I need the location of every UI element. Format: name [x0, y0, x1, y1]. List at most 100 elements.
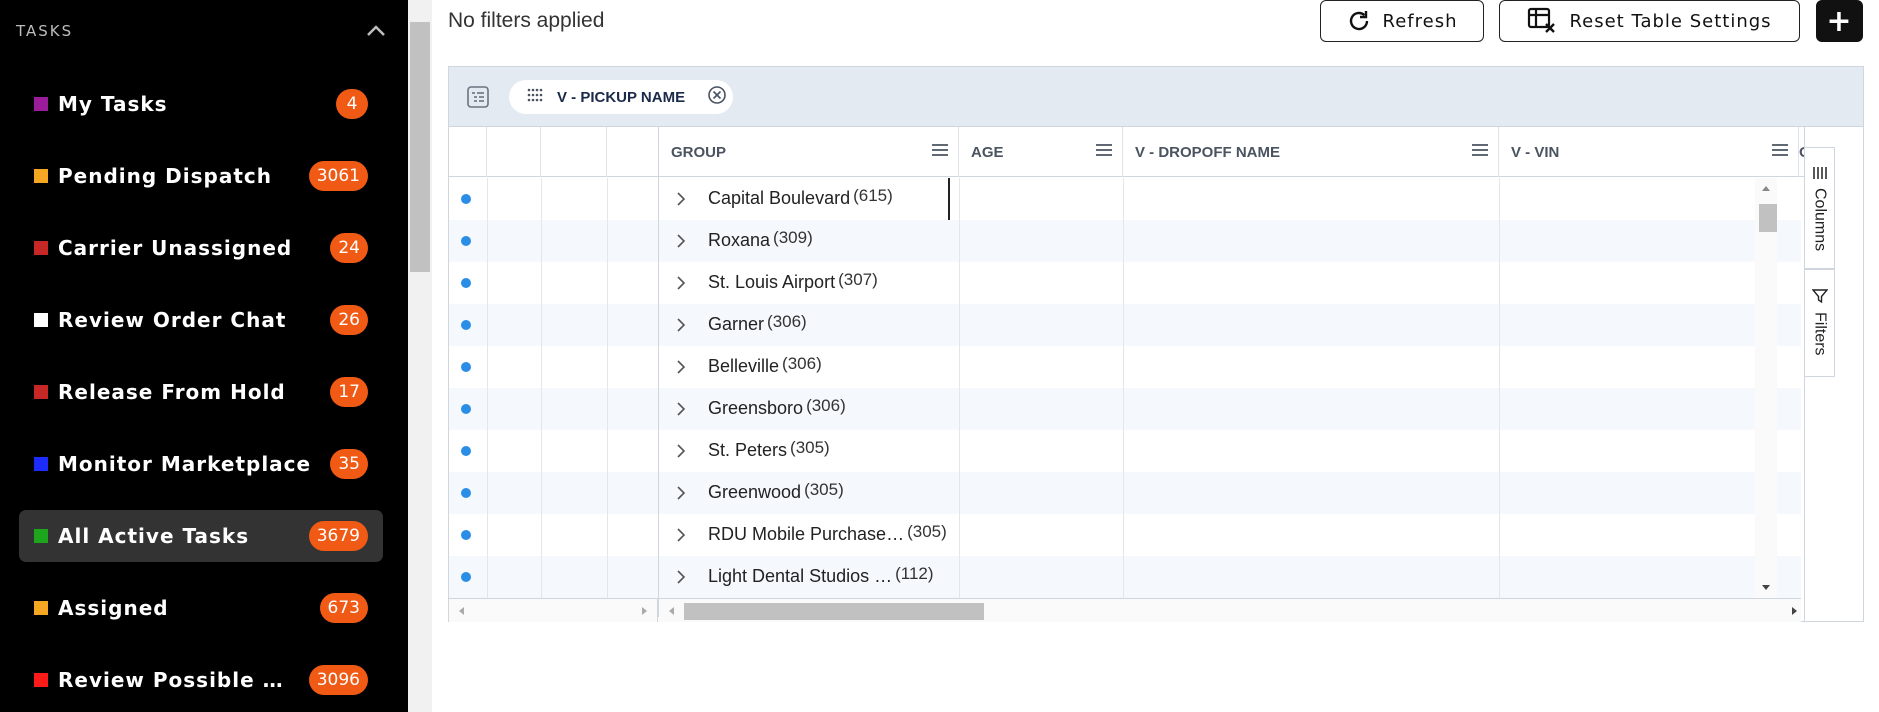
close-circle-icon[interactable]	[707, 85, 727, 110]
group-row[interactable]: Greenwood (305)	[449, 472, 1801, 514]
count-badge: 3061	[308, 161, 368, 191]
group-row[interactable]: St. Louis Airport (307)	[449, 262, 1801, 304]
header-cell-vin[interactable]: V - VIN	[1499, 127, 1799, 177]
sidebar-item[interactable]: Monitor Marketplace 35	[19, 438, 383, 490]
group-row[interactable]: Greensboro (306)	[449, 388, 1801, 430]
cell-divider	[607, 472, 608, 514]
count-badge: 3679	[308, 521, 368, 551]
cell-divider	[959, 178, 960, 220]
group-name-cell: Belleville (306)	[708, 354, 822, 377]
main-content: No filters applied Refresh Reset Table S…	[432, 0, 1879, 712]
chevron-right-icon[interactable]	[676, 192, 686, 211]
status-dot	[461, 278, 471, 288]
cell-divider	[959, 388, 960, 430]
sidebar-item[interactable]: All Active Tasks 3679	[19, 510, 383, 562]
group-name: Greensboro	[708, 398, 804, 418]
task-color-square	[34, 97, 48, 111]
status-dot	[461, 194, 471, 204]
group-chip-pickup-name[interactable]: V - PICKUP NAME	[509, 80, 733, 114]
task-color-square	[34, 241, 48, 255]
group-name: Greenwood	[708, 482, 802, 502]
group-name-cell: St. Louis Airport (307)	[708, 270, 878, 293]
scroll-up-icon[interactable]	[1761, 184, 1771, 192]
chevron-right-icon[interactable]	[676, 276, 686, 295]
group-row[interactable]: Capital Boulevard (615)	[449, 178, 1801, 220]
side-tab-columns[interactable]: Columns	[1805, 147, 1835, 269]
cell-divider	[487, 388, 488, 430]
group-row[interactable]: Roxana (309)	[449, 220, 1801, 262]
group-count: (305)	[804, 480, 844, 499]
chevron-right-icon[interactable]	[676, 360, 686, 379]
reset-table-settings-button[interactable]: Reset Table Settings	[1499, 0, 1800, 42]
side-tab-filters-label: Filters	[1811, 312, 1829, 356]
chevron-right-icon[interactable]	[676, 444, 686, 463]
refresh-button[interactable]: Refresh	[1320, 0, 1484, 42]
sidebar-item[interactable]: My Tasks 4	[19, 78, 383, 130]
grid-vertical-scrollbar[interactable]	[1755, 178, 1777, 598]
group-count: (305)	[907, 522, 947, 541]
cell-divider	[541, 262, 542, 304]
cell-divider	[487, 304, 488, 346]
chevron-right-icon[interactable]	[676, 402, 686, 421]
group-name: St. Louis Airport	[708, 272, 836, 292]
scroll-right-icon[interactable]	[641, 606, 649, 616]
cell-divider	[1499, 262, 1500, 304]
sidebar-item[interactable]: Carrier Unassigned 24	[19, 222, 383, 274]
task-color-square	[34, 673, 48, 687]
data-grid: V - PICKUP NAME GROUP AGE V - DROPOFF NA…	[448, 66, 1864, 622]
cell-divider	[1123, 346, 1124, 388]
cell-divider	[1123, 178, 1124, 220]
sidebar-item[interactable]: Pending Dispatch 3061	[19, 150, 383, 202]
chevron-up-icon[interactable]	[366, 25, 386, 37]
scroll-left-icon[interactable]	[457, 606, 465, 616]
scroll-right-icon[interactable]	[1791, 606, 1799, 616]
cell-divider	[487, 220, 488, 262]
column-menu-icon[interactable]	[1096, 143, 1112, 161]
header-cell-blank-2[interactable]	[541, 127, 607, 177]
cell-divider	[541, 304, 542, 346]
chevron-right-icon[interactable]	[676, 528, 686, 547]
sidebar-item[interactable]: Release From Hold 17	[19, 366, 383, 418]
chevron-right-icon[interactable]	[676, 234, 686, 253]
drag-handle-icon[interactable]	[527, 88, 543, 107]
status-dot	[461, 446, 471, 456]
pinned-horizontal-scrollbar[interactable]	[449, 599, 658, 622]
column-menu-icon[interactable]	[1772, 143, 1788, 161]
cell-divider	[541, 388, 542, 430]
scroll-left-icon[interactable]	[667, 606, 675, 616]
sidebar-item[interactable]: Review Order Chat 26	[19, 294, 383, 346]
group-row[interactable]: Belleville (306)	[449, 346, 1801, 388]
sidebar-item[interactable]: Review Possible Du… 3096	[19, 654, 383, 706]
cell-divider	[1499, 556, 1500, 598]
column-menu-icon[interactable]	[1472, 143, 1488, 161]
cell-divider	[541, 514, 542, 556]
group-row[interactable]: RDU Mobile Purchase… (305)	[449, 514, 1801, 556]
grid-horizontal-scrollbar[interactable]	[449, 598, 1801, 622]
main-scrollbar-thumb[interactable]	[410, 22, 430, 272]
side-tab-filters[interactable]: Filters	[1805, 269, 1835, 377]
add-button[interactable]: +	[1816, 0, 1863, 42]
main-scrollbar[interactable]	[408, 0, 432, 712]
group-chip-label: V - PICKUP NAME	[557, 88, 686, 106]
group-row[interactable]: Light Dental Studios … (112)	[449, 556, 1801, 598]
header-cell-blank-3[interactable]	[607, 127, 659, 177]
sidebar-item[interactable]: Assigned 673	[19, 582, 383, 634]
status-dot	[461, 488, 471, 498]
group-row[interactable]: St. Peters (305)	[449, 430, 1801, 472]
header-cell-age[interactable]: AGE	[959, 127, 1123, 177]
focused-cell-border	[948, 178, 950, 220]
cell-divider	[1123, 556, 1124, 598]
grid-horizontal-scrollbar-thumb[interactable]	[684, 603, 984, 620]
group-row[interactable]: Garner (306)	[449, 304, 1801, 346]
chevron-right-icon[interactable]	[676, 318, 686, 337]
header-cell-dropoff-name[interactable]: V - DROPOFF NAME	[1123, 127, 1499, 177]
grid-vertical-scrollbar-thumb[interactable]	[1759, 204, 1777, 232]
chevron-right-icon[interactable]	[676, 570, 686, 589]
header-cell-status[interactable]	[449, 127, 487, 177]
column-menu-icon[interactable]	[932, 143, 948, 161]
header-cell-group[interactable]: GROUP	[659, 127, 959, 177]
chevron-right-icon[interactable]	[676, 486, 686, 505]
scroll-down-icon[interactable]	[1761, 584, 1771, 592]
header-cell-blank-1[interactable]	[487, 127, 541, 177]
group-name: RDU Mobile Purchase…	[708, 524, 905, 544]
